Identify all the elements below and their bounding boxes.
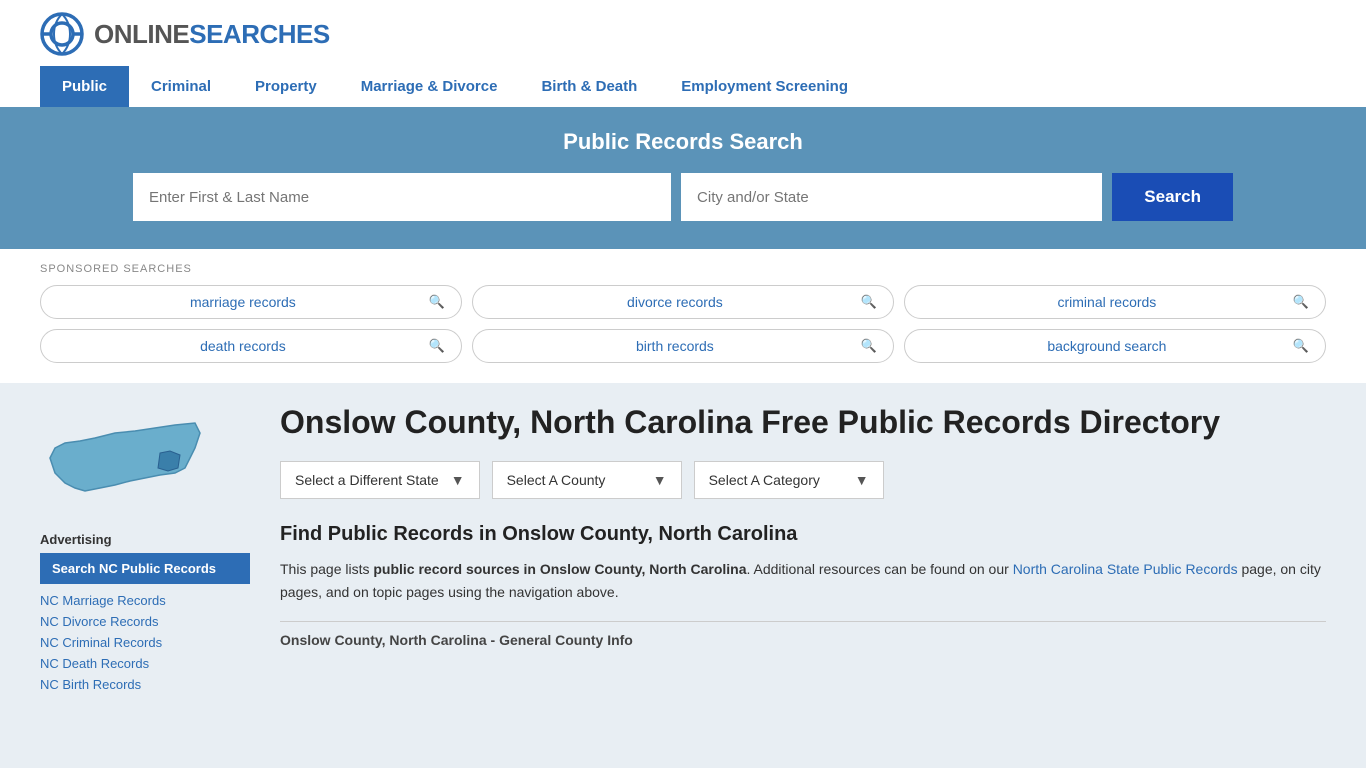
nc-state-link[interactable]: North Carolina State Public Records — [1013, 561, 1238, 577]
sidebar-link-birth[interactable]: NC Birth Records — [40, 677, 141, 692]
description-part1: This page lists — [280, 561, 373, 577]
sponsored-section: SPONSORED SEARCHES marriage records 🔍 di… — [0, 249, 1366, 383]
search-icon: 🔍 — [1293, 294, 1309, 310]
chevron-down-icon: ▼ — [653, 472, 667, 488]
nc-map-icon — [40, 403, 210, 513]
nav-criminal[interactable]: Criminal — [129, 66, 233, 107]
sponsored-item-birth[interactable]: birth records 🔍 — [472, 329, 894, 363]
search-icon: 🔍 — [861, 338, 877, 354]
search-section-title: Public Records Search — [40, 129, 1326, 155]
description-text: This page lists public record sources in… — [280, 558, 1326, 603]
sidebar-link-divorce[interactable]: NC Divorce Records — [40, 614, 158, 629]
sponsored-label: SPONSORED SEARCHES — [40, 263, 1326, 275]
sponsored-label-death: death records — [57, 338, 429, 354]
county-dropdown[interactable]: Select A County ▼ — [492, 461, 682, 499]
logo-searches: SEARCHES — [189, 19, 329, 49]
nav-birth-death[interactable]: Birth & Death — [519, 66, 659, 107]
main-nav: Public Criminal Property Marriage & Divo… — [40, 66, 1326, 107]
location-input[interactable] — [681, 173, 1102, 221]
search-row: Search — [133, 173, 1233, 221]
sidebar-ad-active[interactable]: Search NC Public Records — [40, 553, 250, 584]
chevron-down-icon: ▼ — [855, 472, 869, 488]
sponsored-item-death[interactable]: death records 🔍 — [40, 329, 462, 363]
chevron-down-icon: ▼ — [451, 472, 465, 488]
sidebar-link-criminal[interactable]: NC Criminal Records — [40, 635, 162, 650]
right-content: Onslow County, North Carolina Free Publi… — [280, 403, 1326, 697]
search-icon: 🔍 — [429, 294, 445, 310]
sidebar-link-death[interactable]: NC Death Records — [40, 656, 149, 671]
sidebar-links: NC Marriage Records NC Divorce Records N… — [40, 592, 250, 692]
search-icon: 🔍 — [1293, 338, 1309, 354]
sponsored-item-criminal[interactable]: criminal records 🔍 — [904, 285, 1326, 319]
search-button[interactable]: Search — [1112, 173, 1233, 221]
sidebar: Advertising Search NC Public Records NC … — [40, 403, 250, 697]
description-part2: . Additional resources can be found on o… — [747, 561, 1013, 577]
advertising-label: Advertising — [40, 532, 250, 547]
sponsored-item-marriage[interactable]: marriage records 🔍 — [40, 285, 462, 319]
sponsored-label-background: background search — [921, 338, 1293, 354]
header: ONLINESEARCHES Public Criminal Property … — [0, 0, 1366, 107]
sponsored-label-divorce: divorce records — [489, 294, 861, 310]
content-divider — [280, 621, 1326, 622]
category-dropdown-label: Select A Category — [709, 472, 820, 488]
dropdowns-row: Select a Different State ▼ Select A Coun… — [280, 461, 1326, 499]
search-section: Public Records Search Search — [0, 107, 1366, 249]
nav-marriage-divorce[interactable]: Marriage & Divorce — [339, 66, 520, 107]
logo-area: ONLINESEARCHES — [40, 12, 1326, 56]
sponsored-item-divorce[interactable]: divorce records 🔍 — [472, 285, 894, 319]
logo-text: ONLINESEARCHES — [94, 19, 330, 50]
find-heading: Find Public Records in Onslow County, No… — [280, 523, 1326, 546]
sponsored-item-background[interactable]: background search 🔍 — [904, 329, 1326, 363]
page-title: Onslow County, North Carolina Free Publi… — [280, 403, 1326, 441]
county-dropdown-label: Select A County — [507, 472, 606, 488]
nav-property[interactable]: Property — [233, 66, 339, 107]
main-content: Advertising Search NC Public Records NC … — [0, 383, 1366, 717]
description-bold: public record sources in Onslow County, … — [373, 561, 746, 577]
sponsored-label-criminal: criminal records — [921, 294, 1293, 310]
state-dropdown[interactable]: Select a Different State ▼ — [280, 461, 480, 499]
logo-online: ONLINE — [94, 19, 189, 49]
search-icon: 🔍 — [429, 338, 445, 354]
search-icon: 🔍 — [861, 294, 877, 310]
state-dropdown-label: Select a Different State — [295, 472, 439, 488]
sponsored-label-marriage: marriage records — [57, 294, 429, 310]
category-dropdown[interactable]: Select A Category ▼ — [694, 461, 884, 499]
sponsored-grid: marriage records 🔍 divorce records 🔍 cri… — [40, 285, 1326, 363]
logo-icon — [40, 12, 84, 56]
county-info-label: Onslow County, North Carolina - General … — [280, 632, 1326, 648]
nav-employment-screening[interactable]: Employment Screening — [659, 66, 870, 107]
name-input[interactable] — [133, 173, 671, 221]
nav-public[interactable]: Public — [40, 66, 129, 107]
sidebar-link-marriage[interactable]: NC Marriage Records — [40, 593, 166, 608]
sponsored-label-birth: birth records — [489, 338, 861, 354]
